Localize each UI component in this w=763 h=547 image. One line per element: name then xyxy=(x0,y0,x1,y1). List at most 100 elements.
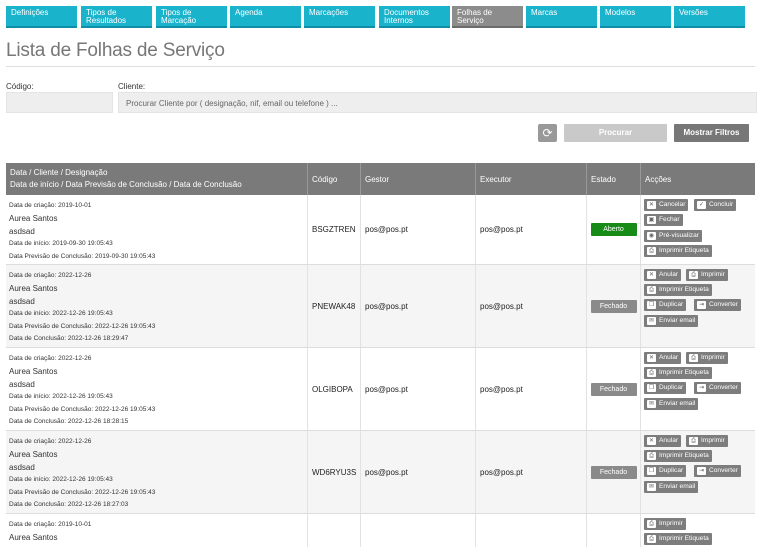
concluir-button[interactable]: ✓ Concluir xyxy=(694,199,737,211)
codigo-input[interactable] xyxy=(6,92,113,113)
tab-folhas-de-servico[interactable]: Folhas de Serviço xyxy=(452,6,523,28)
preview-icon: ◉ xyxy=(647,232,656,240)
action-label: Imprimir Etiqueta xyxy=(659,286,709,293)
enviar-email-button[interactable]: ✉ Enviar email xyxy=(644,315,699,327)
estado-cell: Fechado xyxy=(587,348,641,430)
header-codigo: Código xyxy=(308,163,361,195)
converter-button[interactable]: ⇥ Converter xyxy=(694,465,741,477)
email-icon: ✉ xyxy=(647,400,656,408)
cliente-name: Aurea Santos xyxy=(9,533,58,543)
tab-documentos-internos[interactable]: Documentos Internos xyxy=(379,6,450,28)
imprimir-button[interactable]: ⎙ Imprimir xyxy=(644,518,686,530)
email-icon: ✉ xyxy=(647,317,656,325)
data-inicio: Data de início: 2022-12-26 19:05:43 xyxy=(9,310,113,318)
duplicar-button[interactable]: ❐ Duplicar xyxy=(644,382,687,394)
data-criacao: Data de criação: 2019-10-01 xyxy=(9,202,92,209)
data-conclusao: Data de Conclusão: 2022-12-26 18:28:15 xyxy=(9,418,129,426)
imprimir-etiqueta-button[interactable]: ⎙ Imprimir Etiqueta xyxy=(644,450,712,462)
action-label: Converter xyxy=(709,301,738,308)
anular-button[interactable]: ✕ Anular xyxy=(644,269,682,281)
imprimir-button[interactable]: ⎙ Imprimir xyxy=(686,352,728,364)
action-label: Duplicar xyxy=(659,467,684,474)
fechar-button[interactable]: ▣ Fechar xyxy=(644,214,683,226)
gestor-cell: pos@pos.pt xyxy=(361,265,476,347)
estado-cell xyxy=(587,514,641,547)
printer-icon: ⎙ xyxy=(689,271,698,279)
duplicar-button[interactable]: ❐ Duplicar xyxy=(644,465,687,477)
anular-button[interactable]: ✕ Anular xyxy=(644,435,682,447)
cancel-icon: ✕ xyxy=(647,201,656,209)
table-row[interactable]: Data de criação: 2022-12-26 Aurea Santos a… xyxy=(6,265,755,348)
imprimir-etiqueta-button[interactable]: ⎙ Imprimir Etiqueta xyxy=(644,367,712,379)
action-label: Imprimir xyxy=(701,354,725,361)
header-main-line1: Data / Cliente / Designação xyxy=(10,168,108,177)
tab-marcacoes[interactable]: Marcações xyxy=(304,6,375,28)
printer-icon: ⎙ xyxy=(689,354,698,362)
action-label: Concluir xyxy=(709,201,734,208)
imprimir-etiqueta-button[interactable]: ⎙ Imprimir Etiqueta xyxy=(644,533,712,545)
action-label: Imprimir Etiqueta xyxy=(659,369,709,376)
data-criacao: Data de criação: 2019-10-01 xyxy=(9,521,92,528)
anular-button[interactable]: ✕ Anular xyxy=(644,352,682,364)
duplicate-icon: ❐ xyxy=(647,384,656,392)
cancelar-button[interactable]: ✕ Cancelar xyxy=(644,199,689,211)
data-previsao: Data Previsão de Conclusão: 2019-09-30 1… xyxy=(9,252,156,260)
data-conclusao: Data de Conclusão: 2022-12-26 18:27:03 xyxy=(9,501,129,509)
codigo-cell: OLGIBOPA xyxy=(308,348,361,430)
check-icon: ✓ xyxy=(697,201,706,209)
row-main-cell: Data de criação: 2022-12-26 Aurea Santos a… xyxy=(6,348,308,430)
printer-icon: ⎙ xyxy=(689,437,698,445)
designacao: asdsad xyxy=(9,463,35,473)
enviar-email-button[interactable]: ✉ Enviar email xyxy=(644,398,699,410)
imprimir-etiqueta-button[interactable]: ⎙ Imprimir Etiqueta xyxy=(644,245,712,257)
action-label: Imprimir Etiqueta xyxy=(659,452,709,459)
table-row[interactable]: Data de criação: 2022-12-26 Aurea Santos a… xyxy=(6,431,755,514)
table-row[interactable]: Data de criação: 2022-12-26 Aurea Santos a… xyxy=(6,348,755,431)
codigo-cell: WD6RYU3S xyxy=(308,431,361,513)
action-label: Anular xyxy=(659,271,679,278)
estado-cell: Aberto xyxy=(587,195,641,264)
data-previsao: Data Previsão de Conclusão: 2022-12-26 1… xyxy=(9,405,156,413)
row-main-cell: Data de criação: 2019-10-01 Aurea Santos xyxy=(6,514,308,547)
converter-button[interactable]: ⇥ Converter xyxy=(694,299,741,311)
action-label: Enviar email xyxy=(659,483,696,490)
data-conclusao: Data de Conclusão: 2022-12-26 18:29:47 xyxy=(9,335,129,343)
duplicate-icon: ❐ xyxy=(647,301,656,309)
tab-modelos[interactable]: Modelos xyxy=(600,6,671,28)
table-header: Data / Cliente / Designação Data de iníc… xyxy=(6,163,755,195)
procurar-button[interactable]: Procurar xyxy=(564,124,667,142)
tab-tipos-de-marcacao[interactable]: Tipos de Marcação xyxy=(156,6,227,28)
enviar-email-button[interactable]: ✉ Enviar email xyxy=(644,481,699,493)
print-label-icon: ⎙ xyxy=(647,247,656,255)
tab-agenda[interactable]: Agenda xyxy=(230,6,301,28)
imprimir-button[interactable]: ⎙ Imprimir xyxy=(686,269,728,281)
printer-icon: ⎙ xyxy=(647,520,656,528)
header-estado: Estado xyxy=(587,163,641,195)
print-label-icon: ⎙ xyxy=(647,452,656,460)
table-row[interactable]: Data de criação: 2019-10-01 Aurea Santos a… xyxy=(6,195,755,265)
email-icon: ✉ xyxy=(647,483,656,491)
imprimir-button[interactable]: ⎙ Imprimir xyxy=(686,435,728,447)
executor-cell: pos@pos.pt xyxy=(476,195,587,264)
gestor-cell: pos@pos.pt xyxy=(361,431,476,513)
imprimir-etiqueta-button[interactable]: ⎙ Imprimir Etiqueta xyxy=(644,284,712,296)
tab-tipos-de-resultados[interactable]: Tipos de Resultados xyxy=(81,6,152,28)
tab-definicoes[interactable]: Definições xyxy=(6,6,77,28)
row-main-cell: Data de criação: 2022-12-26 Aurea Santos a… xyxy=(6,265,308,347)
designacao: asdsad xyxy=(9,297,35,307)
codigo-cell: PNEWAK48 xyxy=(308,265,361,347)
header-accoes: Acções xyxy=(645,174,672,184)
status-badge: Fechado xyxy=(590,465,637,479)
tab-versoes[interactable]: Versões xyxy=(674,6,745,28)
data-criacao: Data de criação: 2022-12-26 xyxy=(9,355,92,362)
mostrar-filtros-button[interactable]: Mostrar Filtros xyxy=(674,124,749,142)
cliente-search-input[interactable]: Procurar Cliente por ( designação, nif, … xyxy=(118,92,757,113)
refresh-icon: ⟳ xyxy=(542,126,553,140)
table-row[interactable]: Data de criação: 2019-10-01 Aurea Santos ⎙… xyxy=(6,514,755,547)
duplicar-button[interactable]: ❐ Duplicar xyxy=(644,299,687,311)
tab-marcas[interactable]: Marcas xyxy=(526,6,597,28)
duplicate-icon: ❐ xyxy=(647,467,656,475)
converter-button[interactable]: ⇥ Converter xyxy=(694,382,741,394)
pre-visualizar-button[interactable]: ◉ Pré-visualizar xyxy=(644,230,702,242)
refresh-button[interactable]: ⟳ xyxy=(538,124,557,142)
